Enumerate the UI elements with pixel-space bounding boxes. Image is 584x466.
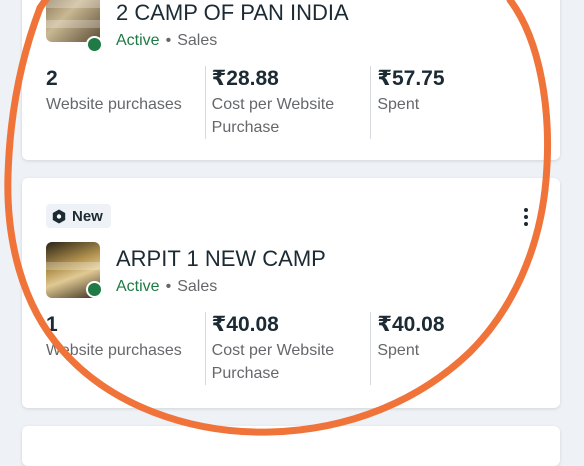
objective-label: Sales (177, 278, 218, 295)
badge-hexagon-icon (52, 209, 66, 223)
status-separator: • (165, 32, 172, 49)
metric-value: ₹28.88 (211, 67, 279, 90)
status-dot-icon (86, 281, 103, 298)
campaign-status-line: Active • Sales (116, 32, 217, 50)
campaign-name[interactable]: ARPIT 1 NEW CAMP (116, 246, 326, 272)
metric-value: ₹40.08 (377, 313, 445, 336)
metric-cost-per-result: ₹40.08 Cost per Website Purchase (204, 312, 371, 385)
campaign-card[interactable] (22, 426, 560, 466)
metrics-row: 2 Website purchases ₹28.88 Cost per Webs… (46, 66, 536, 139)
metric-label: Website purchases (46, 342, 182, 359)
new-badge: New (46, 204, 111, 228)
campaign-name[interactable]: 2 CAMP OF PAN INDIA (116, 0, 349, 26)
metric-spent: ₹57.75 Spent (370, 66, 536, 139)
badge-label: New (72, 207, 103, 225)
metric-label: Spent (377, 96, 420, 113)
metric-label: Cost per Website Purchase (211, 342, 335, 382)
metric-spent: ₹40.08 Spent (370, 312, 536, 385)
metric-value: ₹57.75 (377, 67, 445, 90)
campaign-card[interactable]: 2 CAMP OF PAN INDIA Active • Sales 2 Websi… (22, 0, 560, 160)
metric-value: 1 (46, 313, 58, 336)
metric-value: 2 (46, 67, 58, 90)
metric-label: Website purchases (46, 96, 182, 113)
metric-value: ₹40.08 (211, 313, 279, 336)
status-label: Active (116, 32, 160, 49)
objective-label: Sales (177, 32, 218, 49)
status-label: Active (116, 278, 160, 295)
campaign-status-line: Active • Sales (116, 278, 217, 296)
metrics-row: 1 Website purchases ₹40.08 Cost per Webs… (46, 312, 536, 385)
metric-label: Spent (377, 342, 420, 359)
metric-results: 2 Website purchases (46, 66, 205, 139)
metric-cost-per-result: ₹28.88 Cost per Website Purchase (204, 66, 371, 139)
more-options-icon[interactable] (522, 206, 530, 228)
status-dot-icon (86, 36, 103, 53)
metric-results: 1 Website purchases (46, 312, 205, 385)
metric-label: Cost per Website Purchase (211, 96, 335, 136)
campaign-card[interactable]: New ARPIT 1 NEW CAMP Active • Sales 1 Webs… (22, 178, 560, 408)
status-separator: • (165, 278, 172, 295)
